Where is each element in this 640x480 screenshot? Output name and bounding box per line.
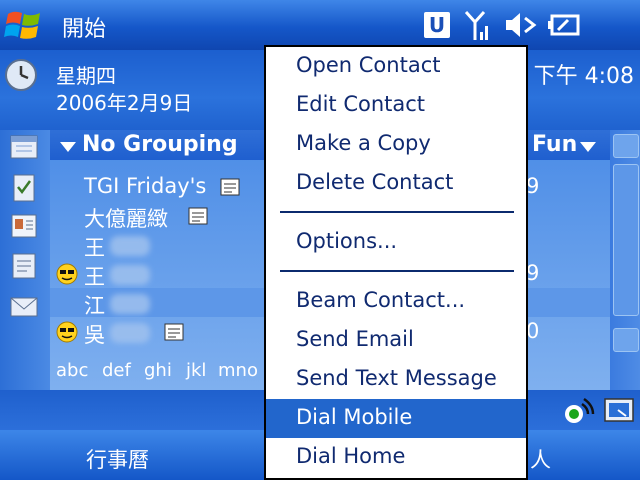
- calendar-softkey[interactable]: 行事曆: [86, 444, 149, 474]
- redacted-name: [110, 294, 150, 314]
- scroll-thumb[interactable]: [613, 164, 639, 316]
- day-of-week: 星期四: [56, 64, 116, 88]
- chevron-down-icon[interactable]: [60, 142, 76, 152]
- menu-item-edit-contact[interactable]: Edit Contact: [266, 86, 526, 125]
- current-time: 下午 4:08: [533, 64, 634, 89]
- scroll-up-button[interactable]: [613, 134, 639, 158]
- title-bar: 開始 U: [0, 0, 640, 50]
- note-icon: [164, 323, 184, 341]
- list-scrollbar[interactable]: [610, 130, 640, 390]
- tasks-icon[interactable]: [8, 172, 40, 204]
- usb-status-icon[interactable]: U: [424, 12, 450, 38]
- screen-rotate-icon[interactable]: [602, 396, 636, 424]
- right-softkey[interactable]: 人: [530, 444, 551, 474]
- alpha-tab-def[interactable]: def: [102, 360, 131, 381]
- menu-item-send-text-message[interactable]: Send Text Message: [266, 360, 526, 399]
- menu-item-dial-mobile[interactable]: Dial Mobile: [266, 399, 526, 438]
- notes-icon[interactable]: [8, 250, 40, 282]
- signal-strength-icon[interactable]: [464, 10, 492, 42]
- calendar-icon[interactable]: [8, 130, 40, 162]
- contact-info: 9: [526, 174, 540, 198]
- smiley-sunglasses-icon: [56, 263, 78, 285]
- smiley-sunglasses-icon: [56, 321, 78, 343]
- alpha-tab-jkl[interactable]: jkl: [186, 360, 206, 381]
- note-icon: [220, 178, 240, 196]
- menu-item-options[interactable]: Options...: [266, 223, 526, 262]
- menu-item-delete-contact[interactable]: Delete Contact: [266, 164, 526, 203]
- alpha-tab-mno[interactable]: mno: [218, 360, 258, 381]
- contacts-card-icon[interactable]: [8, 210, 40, 242]
- redacted-name: [110, 265, 150, 285]
- menu-item-send-email[interactable]: Send Email: [266, 321, 526, 360]
- contact-name: 吳: [84, 323, 105, 347]
- menu-item-open-contact[interactable]: Open Contact: [266, 47, 526, 86]
- current-date: 2006年2月9日: [56, 91, 193, 115]
- category-dropdown[interactable]: Fun: [532, 132, 577, 157]
- contact-name: 王: [84, 265, 105, 289]
- windows-start-icon[interactable]: [4, 6, 44, 44]
- menu-item-beam-contact[interactable]: Beam Contact...: [266, 282, 526, 321]
- app-sidebar: [0, 130, 50, 430]
- menu-item-make-copy[interactable]: Make a Copy: [266, 125, 526, 164]
- contact-name: 大億麗緻: [84, 207, 168, 231]
- volume-icon[interactable]: [504, 10, 540, 40]
- alpha-tab-ghi[interactable]: ghi: [144, 360, 172, 381]
- contact-info: 0: [526, 319, 540, 343]
- messaging-icon[interactable]: [8, 290, 40, 322]
- grouping-dropdown[interactable]: No Grouping: [82, 132, 238, 157]
- menu-separator: [280, 270, 514, 272]
- battery-icon[interactable]: [548, 10, 582, 40]
- contact-info: 9: [526, 261, 540, 285]
- clock-icon[interactable]: [4, 58, 38, 92]
- menu-item-dial-home[interactable]: Dial Home: [266, 438, 526, 477]
- context-menu: Open Contact Edit Contact Make a Copy De…: [264, 45, 528, 480]
- chevron-down-icon[interactable]: [580, 142, 596, 152]
- wireless-status-icon[interactable]: [562, 396, 596, 426]
- redacted-name: [110, 323, 150, 343]
- alpha-tab-abc[interactable]: abc: [56, 360, 88, 381]
- scroll-down-button[interactable]: [613, 328, 639, 352]
- contact-name: 王: [84, 236, 105, 260]
- note-icon: [188, 207, 208, 225]
- contact-name: TGI Friday's: [84, 174, 207, 198]
- redacted-name: [110, 236, 150, 256]
- menu-separator: [280, 211, 514, 213]
- contact-name: 江: [84, 294, 105, 318]
- window-title[interactable]: 開始: [62, 11, 106, 43]
